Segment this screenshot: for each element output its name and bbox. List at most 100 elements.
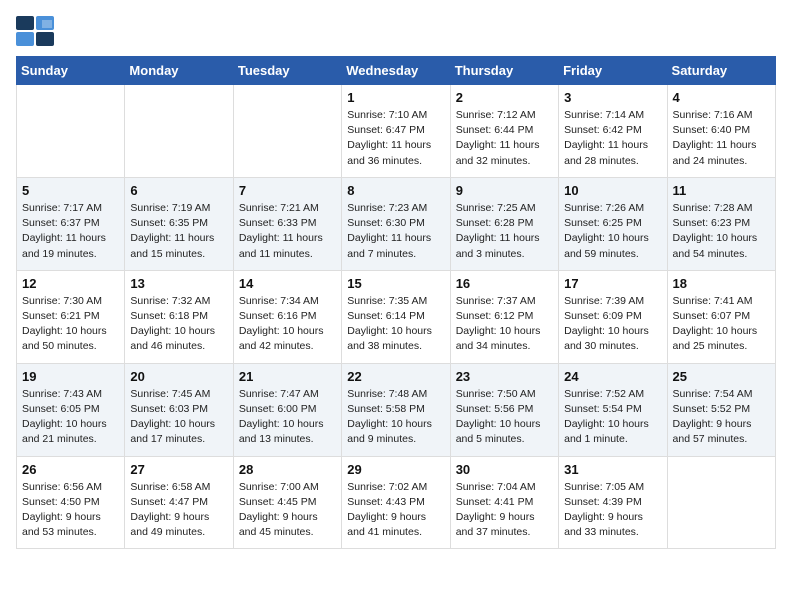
day-info: Sunrise: 7:50 AM Sunset: 5:56 PM Dayligh… xyxy=(456,387,553,448)
week-row-1: 1Sunrise: 7:10 AM Sunset: 6:47 PM Daylig… xyxy=(17,85,776,178)
header-row: SundayMondayTuesdayWednesdayThursdayFrid… xyxy=(17,57,776,85)
calendar-cell: 11Sunrise: 7:28 AM Sunset: 6:23 PM Dayli… xyxy=(667,177,775,270)
day-info: Sunrise: 6:58 AM Sunset: 4:47 PM Dayligh… xyxy=(130,480,227,541)
day-number: 26 xyxy=(22,462,119,477)
calendar-cell: 24 Sunrise: 7:52 AM Sunset: 5:54 PM Dayli… xyxy=(559,363,667,456)
day-number: 31 xyxy=(564,462,661,477)
calendar-cell: 14 Sunrise: 7:34 AM Sunset: 6:16 PM Dayli… xyxy=(233,270,341,363)
day-info: Sunrise: 7:17 AM Sunset: 6:37 PM Dayligh… xyxy=(22,201,119,262)
header-cell-saturday: Saturday xyxy=(667,57,775,85)
day-number: 15 xyxy=(347,276,444,291)
calendar-cell xyxy=(233,85,341,178)
day-number: 25 xyxy=(673,369,770,384)
day-number: 2 xyxy=(456,90,553,105)
day-info: Sunrise: 7:35 AM Sunset: 6:14 PM Dayligh… xyxy=(347,294,444,355)
calendar-cell: 30 Sunrise: 7:04 AM Sunset: 4:41 PM Dayli… xyxy=(450,456,558,549)
day-info: Sunrise: 7:30 AM Sunset: 6:21 PM Dayligh… xyxy=(22,294,119,355)
day-number: 29 xyxy=(347,462,444,477)
day-info: Sunrise: 7:05 AM Sunset: 4:39 PM Dayligh… xyxy=(564,480,661,541)
calendar-body: 1Sunrise: 7:10 AM Sunset: 6:47 PM Daylig… xyxy=(17,85,776,549)
calendar-cell xyxy=(17,85,125,178)
calendar-cell: 28 Sunrise: 7:00 AM Sunset: 4:45 PM Dayli… xyxy=(233,456,341,549)
day-info: Sunrise: 7:26 AM Sunset: 6:25 PM Dayligh… xyxy=(564,201,661,262)
day-number: 24 xyxy=(564,369,661,384)
calendar-cell: 18 Sunrise: 7:41 AM Sunset: 6:07 PM Dayli… xyxy=(667,270,775,363)
calendar-cell: 19 Sunrise: 7:43 AM Sunset: 6:05 PM Dayli… xyxy=(17,363,125,456)
day-info: Sunrise: 7:04 AM Sunset: 4:41 PM Dayligh… xyxy=(456,480,553,541)
day-number: 18 xyxy=(673,276,770,291)
calendar-cell: 1Sunrise: 7:10 AM Sunset: 6:47 PM Daylig… xyxy=(342,85,450,178)
calendar-cell: 9 Sunrise: 7:25 AM Sunset: 6:28 PM Daylig… xyxy=(450,177,558,270)
calendar-cell xyxy=(125,85,233,178)
day-number: 9 xyxy=(456,183,553,198)
day-number: 1 xyxy=(347,90,444,105)
day-number: 4 xyxy=(673,90,770,105)
day-number: 16 xyxy=(456,276,553,291)
day-number: 28 xyxy=(239,462,336,477)
day-info: Sunrise: 7:00 AM Sunset: 4:45 PM Dayligh… xyxy=(239,480,336,541)
day-info: Sunrise: 7:34 AM Sunset: 6:16 PM Dayligh… xyxy=(239,294,336,355)
calendar-header: SundayMondayTuesdayWednesdayThursdayFrid… xyxy=(17,57,776,85)
day-info: Sunrise: 6:56 AM Sunset: 4:50 PM Dayligh… xyxy=(22,480,119,541)
day-info: Sunrise: 7:41 AM Sunset: 6:07 PM Dayligh… xyxy=(673,294,770,355)
calendar-cell: 3 Sunrise: 7:14 AM Sunset: 6:42 PM Daylig… xyxy=(559,85,667,178)
week-row-4: 19 Sunrise: 7:43 AM Sunset: 6:05 PM Dayli… xyxy=(17,363,776,456)
day-number: 23 xyxy=(456,369,553,384)
day-info: Sunrise: 7:23 AM Sunset: 6:30 PM Dayligh… xyxy=(347,201,444,262)
day-number: 8 xyxy=(347,183,444,198)
calendar-cell: 27 Sunrise: 6:58 AM Sunset: 4:47 PM Dayli… xyxy=(125,456,233,549)
calendar-cell: 4 Sunrise: 7:16 AM Sunset: 6:40 PM Daylig… xyxy=(667,85,775,178)
calendar-cell: 31 Sunrise: 7:05 AM Sunset: 4:39 PM Dayli… xyxy=(559,456,667,549)
day-number: 27 xyxy=(130,462,227,477)
day-number: 5 xyxy=(22,183,119,198)
logo-icon xyxy=(16,16,54,46)
day-number: 14 xyxy=(239,276,336,291)
calendar-cell: 21 Sunrise: 7:47 AM Sunset: 6:00 PM Dayli… xyxy=(233,363,341,456)
day-number: 22 xyxy=(347,369,444,384)
day-info: Sunrise: 7:47 AM Sunset: 6:00 PM Dayligh… xyxy=(239,387,336,448)
header-cell-wednesday: Wednesday xyxy=(342,57,450,85)
calendar-cell: 20 Sunrise: 7:45 AM Sunset: 6:03 PM Dayli… xyxy=(125,363,233,456)
day-info: Sunrise: 7:02 AM Sunset: 4:43 PM Dayligh… xyxy=(347,480,444,541)
day-info: Sunrise: 7:14 AM Sunset: 6:42 PM Dayligh… xyxy=(564,108,661,169)
header xyxy=(16,16,776,46)
calendar-cell: 23 Sunrise: 7:50 AM Sunset: 5:56 PM Dayli… xyxy=(450,363,558,456)
calendar-table: SundayMondayTuesdayWednesdayThursdayFrid… xyxy=(16,56,776,549)
day-number: 12 xyxy=(22,276,119,291)
day-number: 6 xyxy=(130,183,227,198)
day-number: 20 xyxy=(130,369,227,384)
day-number: 3 xyxy=(564,90,661,105)
day-info: Sunrise: 7:16 AM Sunset: 6:40 PM Dayligh… xyxy=(673,108,770,169)
day-info: Sunrise: 7:25 AM Sunset: 6:28 PM Dayligh… xyxy=(456,201,553,262)
day-info: Sunrise: 7:39 AM Sunset: 6:09 PM Dayligh… xyxy=(564,294,661,355)
day-info: Sunrise: 7:19 AM Sunset: 6:35 PM Dayligh… xyxy=(130,201,227,262)
calendar-cell: 10Sunrise: 7:26 AM Sunset: 6:25 PM Dayli… xyxy=(559,177,667,270)
day-info: Sunrise: 7:43 AM Sunset: 6:05 PM Dayligh… xyxy=(22,387,119,448)
header-cell-friday: Friday xyxy=(559,57,667,85)
day-info: Sunrise: 7:52 AM Sunset: 5:54 PM Dayligh… xyxy=(564,387,661,448)
calendar-cell: 2Sunrise: 7:12 AM Sunset: 6:44 PM Daylig… xyxy=(450,85,558,178)
week-row-2: 5 Sunrise: 7:17 AM Sunset: 6:37 PM Daylig… xyxy=(17,177,776,270)
calendar-cell: 7 Sunrise: 7:21 AM Sunset: 6:33 PM Daylig… xyxy=(233,177,341,270)
week-row-5: 26 Sunrise: 6:56 AM Sunset: 4:50 PM Dayli… xyxy=(17,456,776,549)
calendar-cell: 5 Sunrise: 7:17 AM Sunset: 6:37 PM Daylig… xyxy=(17,177,125,270)
week-row-3: 12 Sunrise: 7:30 AM Sunset: 6:21 PM Dayli… xyxy=(17,270,776,363)
day-number: 21 xyxy=(239,369,336,384)
header-cell-sunday: Sunday xyxy=(17,57,125,85)
day-info: Sunrise: 7:32 AM Sunset: 6:18 PM Dayligh… xyxy=(130,294,227,355)
day-number: 19 xyxy=(22,369,119,384)
day-info: Sunrise: 7:45 AM Sunset: 6:03 PM Dayligh… xyxy=(130,387,227,448)
day-info: Sunrise: 7:54 AM Sunset: 5:52 PM Dayligh… xyxy=(673,387,770,448)
calendar-cell: 25 Sunrise: 7:54 AM Sunset: 5:52 PM Dayli… xyxy=(667,363,775,456)
day-number: 11 xyxy=(673,183,770,198)
day-number: 7 xyxy=(239,183,336,198)
day-number: 30 xyxy=(456,462,553,477)
header-cell-tuesday: Tuesday xyxy=(233,57,341,85)
day-number: 17 xyxy=(564,276,661,291)
calendar-cell: 8 Sunrise: 7:23 AM Sunset: 6:30 PM Daylig… xyxy=(342,177,450,270)
header-cell-monday: Monday xyxy=(125,57,233,85)
day-info: Sunrise: 7:48 AM Sunset: 5:58 PM Dayligh… xyxy=(347,387,444,448)
calendar-cell: 29 Sunrise: 7:02 AM Sunset: 4:43 PM Dayli… xyxy=(342,456,450,549)
calendar-cell: 16Sunrise: 7:37 AM Sunset: 6:12 PM Dayli… xyxy=(450,270,558,363)
day-info: Sunrise: 7:21 AM Sunset: 6:33 PM Dayligh… xyxy=(239,201,336,262)
